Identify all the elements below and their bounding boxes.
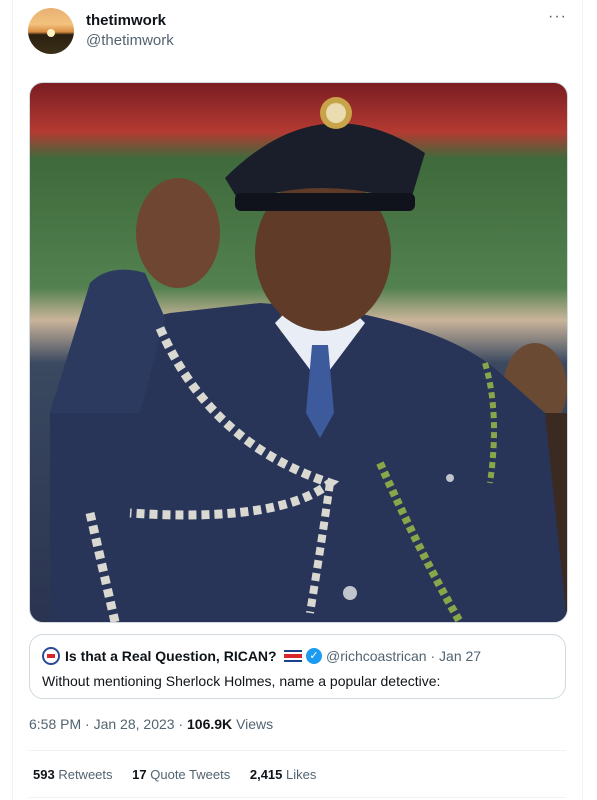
- retweets-stat[interactable]: 593 Retweets: [33, 767, 113, 782]
- avatar[interactable]: [28, 8, 74, 54]
- likes-stat[interactable]: 2,415 Likes: [250, 767, 317, 782]
- quoted-tweet[interactable]: Is that a Real Question, RICAN? ✓ @richc…: [29, 634, 566, 699]
- engagement-stats: 593 Retweets 17 Quote Tweets 2,415 Likes: [33, 767, 332, 782]
- verified-badge-icon: ✓: [306, 648, 322, 664]
- quoted-avatar: [42, 647, 60, 665]
- divider: [29, 797, 566, 798]
- divider: [29, 750, 566, 751]
- display-name[interactable]: thetimwork: [86, 12, 166, 29]
- tweet-photo[interactable]: [29, 82, 568, 623]
- tweet-date[interactable]: Jan 28, 2023: [94, 716, 175, 732]
- user-handle[interactable]: @thetimwork: [86, 32, 174, 49]
- quoted-handle-date: @richcoastrican · Jan 27: [326, 648, 482, 664]
- quote-tweets-stat[interactable]: 17 Quote Tweets: [132, 767, 230, 782]
- quoted-text: Without mentioning Sherlock Holmes, name…: [42, 673, 441, 689]
- more-horizontal-icon[interactable]: ···: [548, 8, 567, 26]
- tweet-meta: 6:58 PM · Jan 28, 2023 · 106.9K Views: [29, 716, 274, 732]
- tweet-time[interactable]: 6:58 PM: [29, 716, 81, 732]
- views-label: Views: [236, 716, 274, 732]
- costa-rica-flag-icon: [284, 650, 302, 662]
- views-count: 106.9K: [187, 716, 233, 732]
- quoted-display-name: Is that a Real Question, RICAN?: [65, 648, 277, 664]
